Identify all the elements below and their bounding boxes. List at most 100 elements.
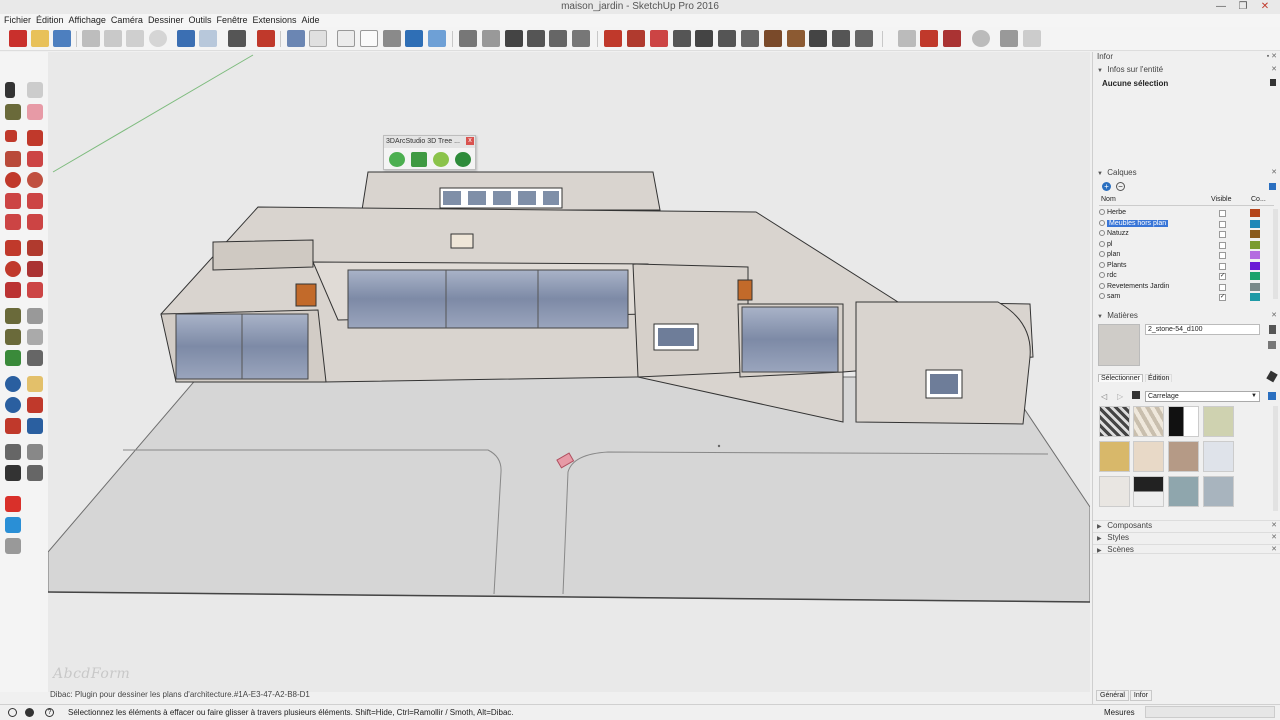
menu-fichier[interactable]: Fichier bbox=[4, 14, 36, 27]
section-plane-icon[interactable] bbox=[27, 465, 43, 481]
panel-close-icon[interactable]: ✕ bbox=[1271, 533, 1277, 543]
layer-visible-checkbox[interactable] bbox=[1219, 241, 1226, 249]
tab-edition[interactable]: Édition bbox=[1145, 374, 1173, 382]
back-edges-icon[interactable] bbox=[309, 30, 327, 47]
panel-close-icon[interactable]: ✕ bbox=[1271, 545, 1277, 555]
push-pull-icon[interactable] bbox=[27, 240, 43, 256]
plugin-f-icon[interactable] bbox=[1023, 30, 1041, 47]
top-view-icon[interactable] bbox=[482, 30, 500, 47]
tree-plugin-window[interactable]: 3DArcStudio 3D Tree ... x bbox=[383, 135, 476, 170]
tree-grass-icon[interactable] bbox=[411, 152, 427, 167]
tray-pin-icon[interactable]: ▪ ✕ bbox=[1267, 52, 1277, 62]
column-name[interactable]: Nom bbox=[1101, 196, 1116, 203]
panel-close-icon[interactable]: ✕ bbox=[1271, 168, 1277, 178]
layer-name[interactable]: sam bbox=[1107, 293, 1120, 300]
layer-row[interactable]: sam ✓ bbox=[1099, 292, 1269, 302]
layer-active-radio[interactable] bbox=[1099, 261, 1105, 268]
column-color[interactable]: Co... bbox=[1251, 196, 1266, 203]
layer-color-swatch[interactable] bbox=[1250, 230, 1260, 238]
layer-name[interactable]: Revetements Jardin bbox=[1107, 283, 1169, 290]
menu-edition[interactable]: Édition bbox=[36, 14, 69, 27]
details-arrow-icon[interactable] bbox=[1268, 392, 1276, 400]
tree-bush-icon[interactable] bbox=[433, 152, 449, 167]
menu-affichage[interactable]: Affichage bbox=[69, 14, 111, 27]
materials-header[interactable]: ▼ Matières ✕ bbox=[1093, 311, 1280, 321]
sample-paint-icon[interactable] bbox=[1268, 341, 1276, 349]
measurements-input[interactable] bbox=[1145, 706, 1275, 718]
paint-bucket-icon[interactable] bbox=[5, 104, 21, 120]
geo-location-icon[interactable] bbox=[8, 708, 17, 717]
offset-icon[interactable] bbox=[27, 282, 43, 298]
layer-row[interactable]: Meubles hors plan bbox=[1099, 219, 1269, 229]
material-swatch[interactable] bbox=[1203, 476, 1234, 507]
layer-color-swatch[interactable] bbox=[1250, 293, 1260, 301]
layer-row[interactable]: rdc ✓ bbox=[1099, 271, 1269, 281]
eyedropper-icon[interactable] bbox=[1266, 370, 1278, 383]
materials-scrollbar[interactable] bbox=[1273, 406, 1278, 511]
layers-header[interactable]: ▼ Calques ✕ bbox=[1093, 168, 1280, 178]
remove-layer-icon[interactable]: − bbox=[1116, 182, 1125, 191]
material-swatch[interactable] bbox=[1168, 476, 1199, 507]
copy-icon[interactable] bbox=[104, 30, 122, 47]
material-library-select[interactable]: Carrelage ▼ bbox=[1145, 391, 1260, 402]
beam-icon[interactable] bbox=[809, 30, 827, 47]
layer-visible-checkbox[interactable] bbox=[1219, 231, 1226, 238]
menu-aide[interactable]: Aide bbox=[302, 14, 325, 27]
layer-name[interactable]: Herbe bbox=[1107, 209, 1126, 216]
layer-visible-checkbox[interactable] bbox=[1219, 262, 1226, 270]
tab-general[interactable]: Général bbox=[1096, 690, 1129, 701]
layer-active-radio[interactable] bbox=[1099, 272, 1105, 278]
plugin-a-icon[interactable] bbox=[898, 30, 916, 47]
dimension-tool-icon[interactable] bbox=[27, 308, 43, 324]
layer-visible-checkbox[interactable]: ✓ bbox=[1219, 273, 1226, 280]
share-model-icon[interactable] bbox=[5, 517, 21, 533]
hidden-line-icon[interactable] bbox=[360, 30, 378, 47]
orbit-icon[interactable] bbox=[5, 376, 21, 392]
arc-icon[interactable] bbox=[5, 193, 21, 209]
material-swatch[interactable] bbox=[1133, 476, 1164, 507]
model-viewport[interactable]: AbcdForm bbox=[48, 52, 1090, 692]
panel-close-icon[interactable]: ✕ bbox=[1271, 521, 1277, 531]
pan-icon[interactable] bbox=[27, 376, 43, 392]
move-icon[interactable] bbox=[5, 240, 21, 256]
look-around-icon[interactable] bbox=[27, 444, 43, 460]
railing-icon[interactable] bbox=[787, 30, 805, 47]
furniture-icon[interactable] bbox=[832, 30, 850, 47]
layer-name[interactable]: Meubles hors plan bbox=[1107, 219, 1169, 227]
panel-close-icon[interactable]: ✕ bbox=[1271, 311, 1277, 321]
wall-tool-icon[interactable] bbox=[604, 30, 622, 47]
menu-dessiner[interactable]: Dessiner bbox=[148, 14, 189, 27]
layer-color-swatch[interactable] bbox=[1250, 261, 1260, 270]
wireframe-icon[interactable] bbox=[337, 30, 355, 47]
freehand-icon[interactable] bbox=[27, 130, 43, 146]
layer-row[interactable]: Revetements Jardin bbox=[1099, 282, 1269, 292]
print-icon[interactable] bbox=[228, 30, 246, 47]
zoom-window-icon[interactable] bbox=[27, 397, 43, 413]
layer-visible-checkbox[interactable] bbox=[1219, 210, 1226, 217]
material-swatch[interactable] bbox=[1099, 476, 1130, 507]
layer-color-swatch[interactable] bbox=[1250, 240, 1260, 249]
eraser-icon[interactable] bbox=[27, 104, 43, 120]
layer-color-swatch[interactable] bbox=[1250, 272, 1260, 280]
shaded-icon[interactable] bbox=[383, 30, 401, 47]
zoom-icon[interactable] bbox=[5, 397, 21, 413]
select-arrow-icon[interactable] bbox=[5, 82, 15, 98]
iso-view-icon[interactable] bbox=[459, 30, 477, 47]
follow-me-icon[interactable] bbox=[27, 261, 43, 277]
plugin-c-icon[interactable] bbox=[943, 30, 961, 47]
text-icon[interactable] bbox=[27, 329, 43, 345]
entity-info-header[interactable]: ▼ Infos sur l'entité ✕ bbox=[1093, 65, 1280, 75]
material-swatch[interactable] bbox=[1203, 441, 1234, 472]
panel-close-icon[interactable]: ✕ bbox=[1271, 65, 1277, 75]
tab-infor[interactable]: Infor bbox=[1129, 690, 1152, 701]
undo-icon[interactable] bbox=[177, 30, 195, 47]
zoom-extents-icon[interactable] bbox=[5, 418, 21, 434]
layer-name[interactable]: Natuzz bbox=[1107, 230, 1129, 237]
material-name-field[interactable]: 2_stone-54_d100 bbox=[1145, 324, 1260, 335]
add-layer-icon[interactable]: + bbox=[1102, 182, 1111, 191]
styles-header[interactable]: ▶ Styles ✕ bbox=[1093, 532, 1280, 542]
roof-icon[interactable] bbox=[764, 30, 782, 47]
help-icon[interactable]: ? bbox=[45, 708, 54, 717]
layer-name[interactable]: pl bbox=[1107, 241, 1112, 248]
layer-color-swatch[interactable] bbox=[1250, 251, 1260, 259]
